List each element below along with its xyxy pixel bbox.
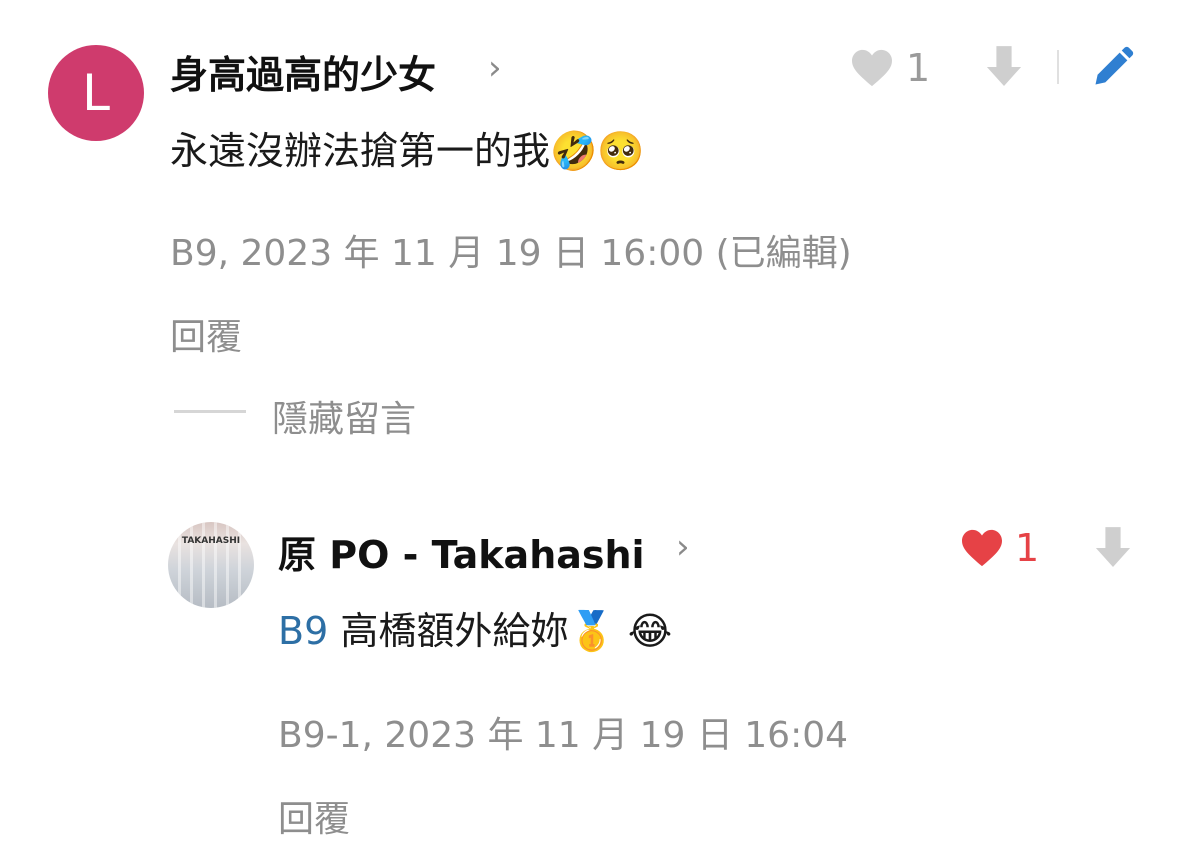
reply-button[interactable]: 回覆 — [170, 308, 242, 360]
arrow-down-icon — [1095, 527, 1131, 567]
arrow-down-icon — [986, 46, 1022, 86]
comment-meta: B9, 2023 年 11 月 19 日 16:00 (已編輯) — [170, 233, 852, 274]
tears-of-joy-emoji: 😂 — [627, 609, 673, 653]
medal-emoji: 🥇 — [568, 609, 616, 653]
like-button[interactable] — [960, 528, 1004, 572]
pencil-icon — [1095, 46, 1134, 85]
avatar-text: TAKAHASHI — [181, 536, 241, 546]
edit-button[interactable] — [1092, 46, 1134, 92]
like-count: 1 — [906, 46, 931, 90]
pleading-face-emoji: 🥺 — [597, 129, 645, 173]
like-count: 1 — [1015, 526, 1040, 570]
avatar[interactable]: L — [48, 45, 144, 141]
hide-replies-line — [174, 410, 246, 413]
comment-content: 永遠沒辦法搶第一的我🤣🥺 — [170, 120, 645, 175]
reply-text: 高橋額外給妳 — [340, 609, 569, 653]
comment-text: 永遠沒辦法搶第一的我 — [170, 129, 551, 173]
avatar[interactable]: TAKAHASHI — [168, 522, 254, 608]
reply-author-name[interactable]: 原 PO - Takahashi — [278, 524, 645, 579]
comment-author-name[interactable]: 身高過高的少女 — [170, 44, 436, 99]
heart-icon — [852, 49, 892, 87]
divider — [1057, 50, 1059, 84]
hide-replies-button[interactable]: 隱藏留言 — [272, 390, 416, 442]
reply-content: B9 高橋額外給妳🥇 😂 — [278, 600, 672, 655]
chevron-right-icon[interactable]: › — [488, 48, 502, 88]
rofl-emoji: 🤣 — [550, 129, 598, 173]
like-button[interactable] — [850, 48, 894, 92]
heart-icon — [962, 529, 1002, 567]
reply-button[interactable]: 回覆 — [278, 790, 350, 842]
downvote-button[interactable] — [1094, 527, 1132, 573]
chevron-right-icon[interactable]: › — [676, 527, 690, 567]
reply-meta: B9-1, 2023 年 11 月 19 日 16:04 — [278, 715, 849, 756]
downvote-button[interactable] — [985, 46, 1023, 92]
floor-reference-link[interactable]: B9 — [278, 609, 328, 653]
